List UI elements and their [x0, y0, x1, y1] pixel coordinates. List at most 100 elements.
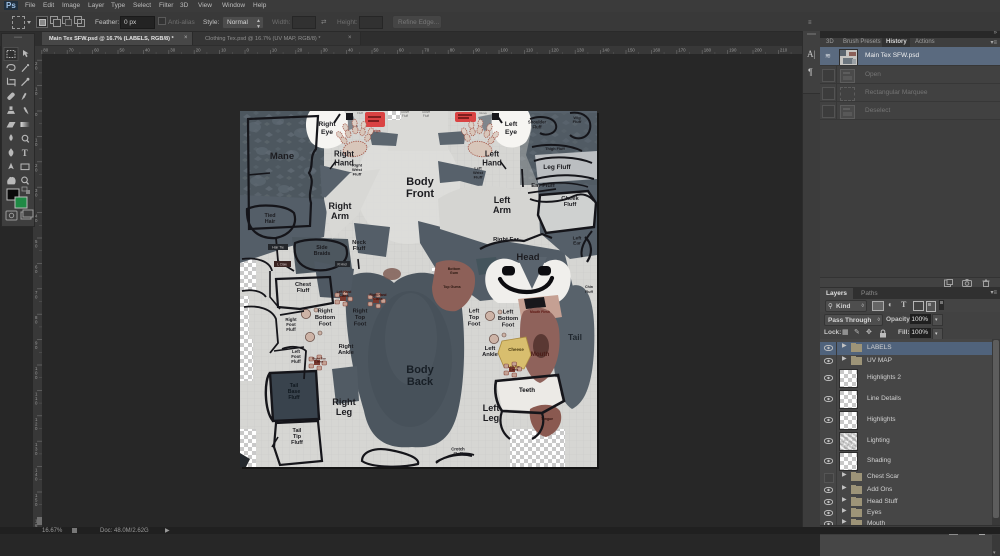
svg-text:Hair Tie: Hair Tie: [272, 246, 284, 250]
svg-text:T: T: [22, 148, 28, 158]
svg-text:Right: Right: [318, 309, 333, 315]
svg-text:Ear Fluff: Ear Fluff: [531, 183, 555, 189]
svg-text:0: 0: [35, 66, 38, 71]
svg-text:Fluff: Fluff: [573, 119, 582, 124]
svg-text:100: 100: [501, 48, 509, 53]
svg-text:Foot: Foot: [354, 322, 367, 328]
svg-text:L Claw: L Claw: [277, 263, 287, 267]
svg-text:Bottom: Bottom: [498, 316, 518, 322]
svg-text:Teeth: Teeth: [519, 387, 535, 394]
svg-text:Claws: Claws: [339, 294, 348, 298]
svg-text:Eye: Eye: [505, 129, 517, 136]
svg-text:Braids: Braids: [314, 251, 331, 257]
svg-text:Mouth Flesh: Mouth Flesh: [530, 310, 550, 314]
svg-text:Fluff: Fluff: [353, 172, 362, 177]
svg-text:Head: Head: [516, 252, 539, 263]
svg-text:Fluff: Fluff: [564, 202, 577, 208]
svg-text:Arm: Arm: [493, 205, 511, 215]
svg-text:0: 0: [35, 218, 38, 223]
svg-text:0: 0: [247, 48, 250, 53]
svg-text:Fluff: Fluff: [474, 175, 483, 180]
svg-text:Fluff: Fluff: [288, 395, 300, 401]
svg-text:Leg: Leg: [336, 407, 352, 417]
svg-text:80: 80: [450, 48, 455, 53]
svg-text:Foot: Foot: [468, 322, 481, 328]
svg-text:Right: Right: [339, 344, 354, 350]
svg-text:Fluff: Fluff: [297, 288, 310, 294]
svg-text:Eye: Eye: [321, 129, 333, 136]
svg-text:0: 0: [35, 477, 38, 482]
svg-text:R Hnd: R Hnd: [337, 263, 346, 267]
svg-text:Cheek: Cheek: [561, 196, 579, 202]
svg-text:Leg Fluff: Leg Fluff: [543, 164, 571, 171]
svg-text:0: 0: [35, 269, 38, 274]
svg-text:Right: Right: [332, 397, 355, 407]
svg-text:40: 40: [348, 48, 353, 53]
svg-text:Fluff: Fluff: [353, 246, 366, 252]
svg-text:170: 170: [678, 48, 686, 53]
svg-text:Hair: Hair: [265, 219, 276, 225]
svg-text:Left: Left: [485, 346, 496, 352]
svg-text:Right: Right: [334, 150, 354, 159]
svg-text:Claws: Claws: [315, 360, 324, 364]
svg-text:Left: Left: [485, 150, 500, 159]
svg-text:0: 0: [35, 400, 38, 405]
svg-text:150: 150: [628, 48, 636, 53]
svg-text:Ankle: Ankle: [482, 352, 499, 358]
svg-text:0: 0: [35, 142, 38, 147]
svg-text:Tongue: Tongue: [541, 417, 553, 421]
svg-text:70: 70: [69, 48, 74, 53]
svg-text:0: 0: [35, 244, 38, 249]
svg-text:Chest: Chest: [295, 282, 311, 288]
svg-text:110: 110: [526, 48, 534, 53]
svg-text:Fluff: Fluff: [291, 440, 303, 446]
svg-text:20: 20: [196, 48, 201, 53]
svg-text:Fluff: Fluff: [402, 114, 408, 118]
svg-text:Bottom: Bottom: [315, 315, 335, 321]
svg-text:0: 0: [35, 502, 38, 507]
svg-text:Fluff: Fluff: [423, 114, 429, 118]
svg-text:160: 160: [653, 48, 661, 53]
svg-text:Fluff: Fluff: [585, 290, 594, 294]
svg-text:Fluff: Fluff: [453, 451, 463, 456]
svg-text:0: 0: [35, 112, 38, 117]
svg-text:Left: Left: [503, 310, 514, 316]
svg-text:Tail: Tail: [568, 332, 582, 342]
svg-text:50: 50: [120, 48, 125, 53]
svg-text:Foot: Foot: [502, 323, 515, 329]
svg-text:Mane: Mane: [270, 151, 294, 162]
svg-text:40: 40: [145, 48, 150, 53]
svg-text:Right: Right: [353, 309, 368, 315]
svg-text:Left: Left: [573, 235, 582, 241]
svg-text:Foot: Foot: [319, 322, 332, 328]
svg-text:Fluff: Fluff: [286, 327, 296, 332]
svg-text:Glove: Glove: [479, 111, 487, 115]
svg-text:Arm: Arm: [331, 211, 349, 221]
svg-text:50: 50: [374, 48, 379, 53]
svg-text:30: 30: [170, 48, 175, 53]
svg-text:Left: Left: [505, 121, 518, 128]
svg-text:Mouth: Mouth: [531, 351, 550, 358]
svg-text:140: 140: [602, 48, 610, 53]
svg-text:Hand: Hand: [482, 158, 502, 167]
svg-text:210: 210: [780, 48, 788, 53]
svg-text:20: 20: [297, 48, 302, 53]
svg-text:Front: Front: [406, 188, 434, 200]
svg-text:Claws: Claws: [510, 368, 519, 372]
svg-text:Left: Left: [483, 403, 500, 413]
svg-text:Leg: Leg: [483, 413, 499, 423]
svg-text:Top: Top: [355, 315, 366, 321]
svg-text:Cheese: Cheese: [508, 347, 524, 352]
svg-text:90: 90: [475, 48, 480, 53]
svg-text:Chin: Chin: [585, 285, 593, 289]
svg-text:0: 0: [35, 193, 38, 198]
svg-text:Ankle: Ankle: [338, 350, 355, 356]
svg-text:120: 120: [551, 48, 559, 53]
svg-text:130: 130: [577, 48, 585, 53]
svg-text:Right: Right: [329, 201, 352, 211]
svg-text:0: 0: [35, 320, 38, 325]
svg-text:Right: Right: [318, 121, 336, 128]
svg-text:10: 10: [221, 48, 226, 53]
svg-text:Fluff: Fluff: [357, 111, 363, 115]
svg-text:0: 0: [35, 294, 38, 299]
